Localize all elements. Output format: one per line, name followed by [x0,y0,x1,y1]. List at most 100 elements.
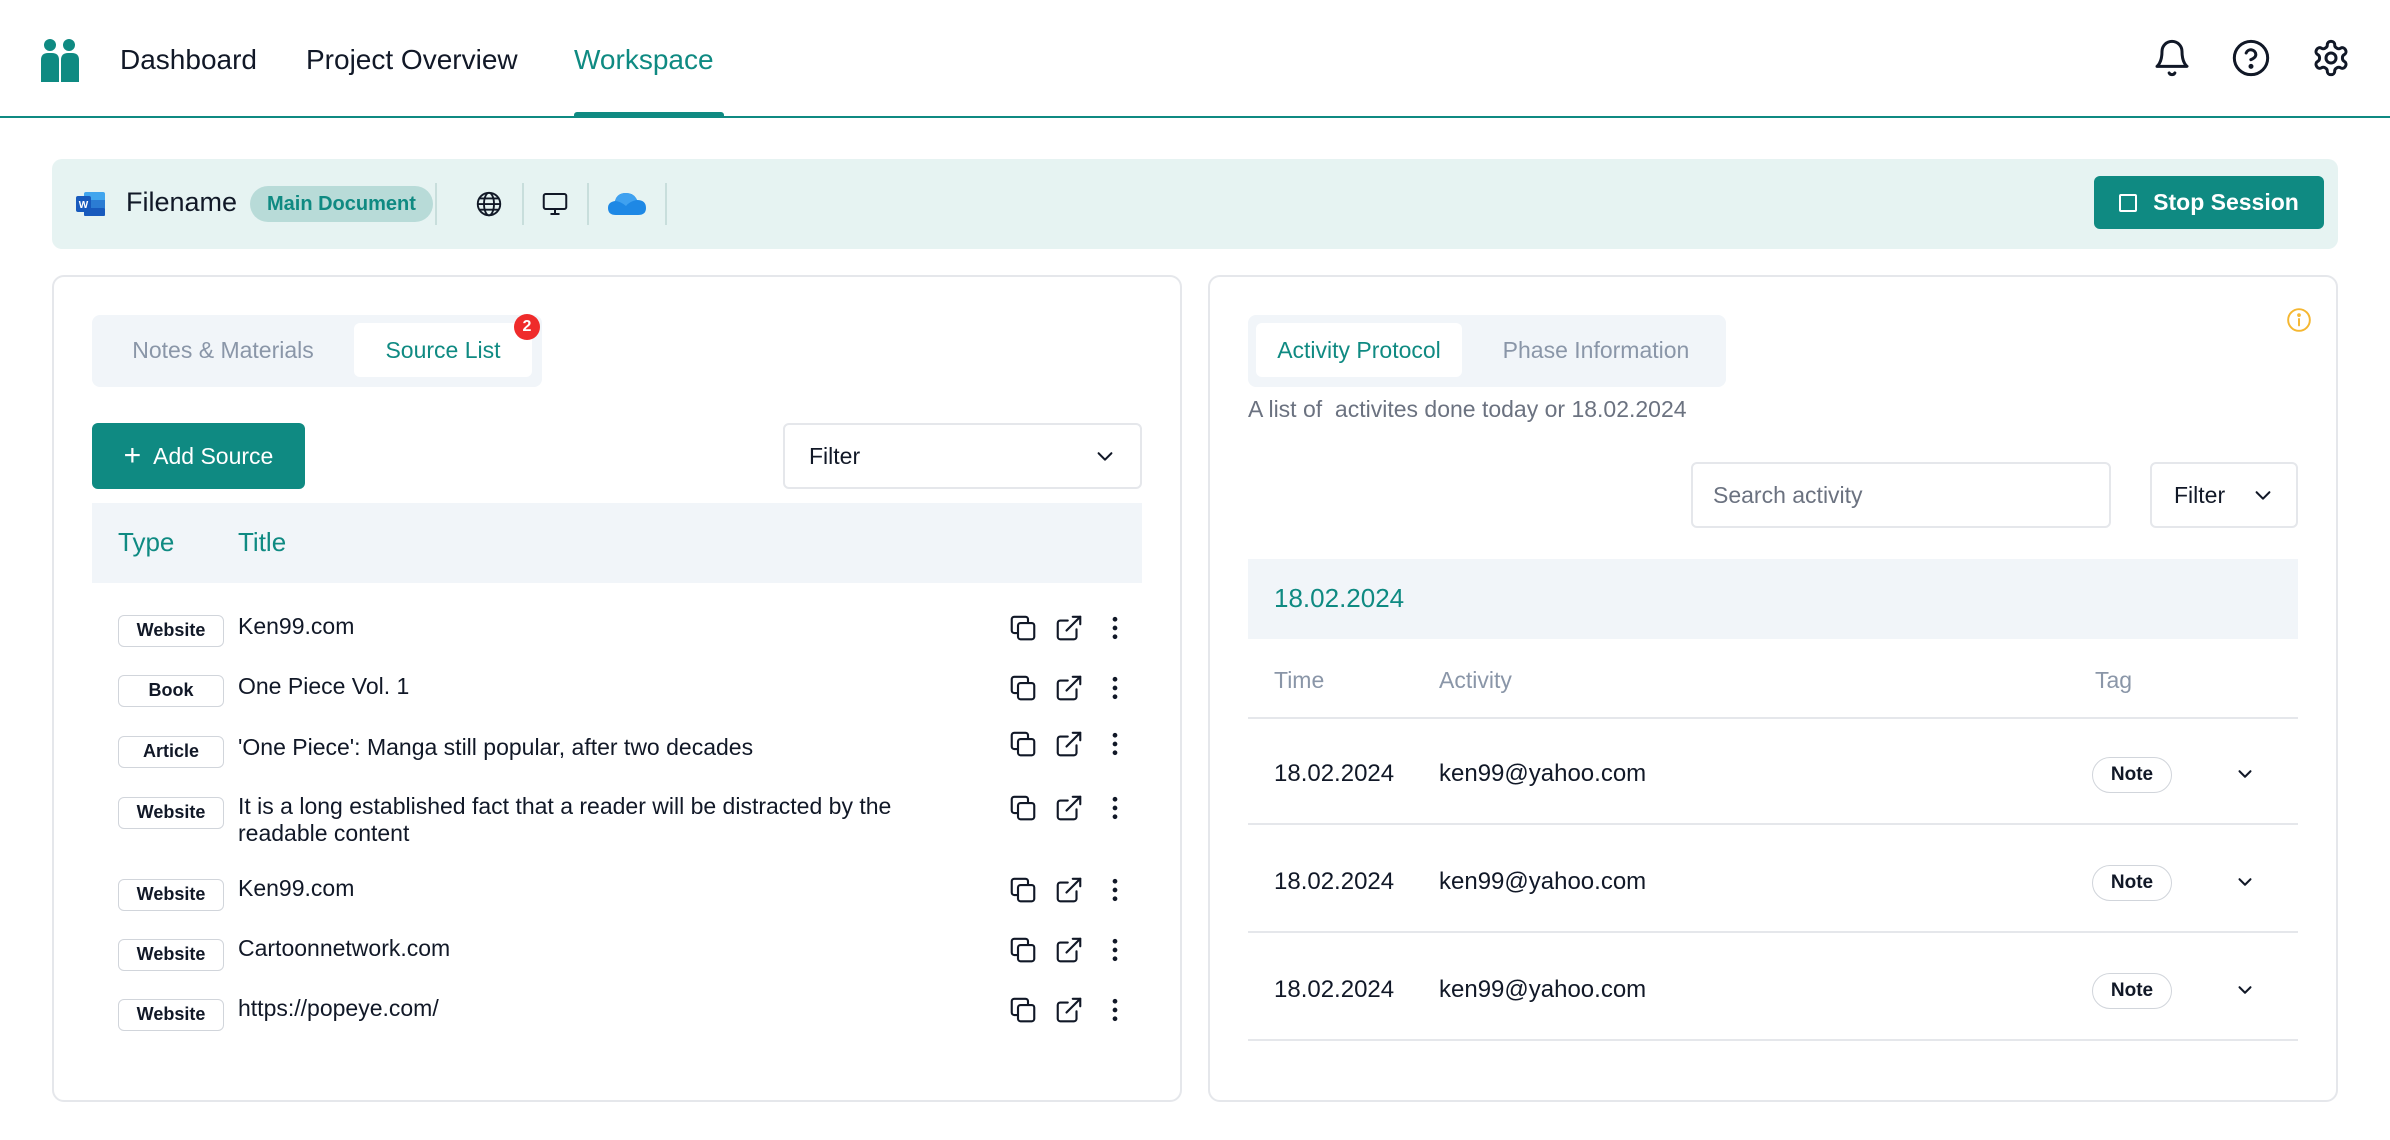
source-type-badge: Website [118,615,224,647]
copy-icon[interactable] [1008,729,1038,759]
date-group-label: 18.02.2024 [1274,583,1405,613]
column-header-time: Time [1274,667,1325,693]
bell-icon[interactable] [2152,38,2192,78]
activity-description: A list of activites done today or 18.02.… [1248,396,1687,422]
copy-icon[interactable] [1008,673,1038,703]
cloud-icon[interactable] [606,189,648,219]
activity-tag-badge: Note [2092,973,2172,1009]
help-circle-icon[interactable] [2231,38,2271,78]
source-title: https://popeye.com/ [238,995,439,1021]
external-link-icon[interactable] [1054,729,1084,759]
chevron-down-icon[interactable] [2234,979,2256,1001]
stop-session-label: Stop Session [2153,189,2299,215]
source-title: Ken99.com [238,875,355,901]
copy-icon[interactable] [1008,793,1038,823]
more-vertical-icon[interactable] [1100,673,1130,703]
filter-label: Filter [2174,481,2226,508]
divider [1248,1039,2298,1041]
external-link-icon[interactable] [1054,673,1084,703]
activity-text: ken99@yahoo.com [1439,868,1647,895]
divider [522,183,524,225]
session-bar: W Filename Main Document Stop Session [52,159,2338,249]
source-title: One Piece Vol. 1 [238,673,410,699]
source-type-badge: Website [118,999,224,1031]
divider [1248,823,2298,825]
source-panel: Notes & Materials Source List 2 + Add So… [52,275,1182,1102]
plus-icon: + [123,439,142,472]
external-link-icon[interactable] [1054,935,1084,965]
filter-label: Filter [809,442,861,469]
filename: Filename [126,187,238,217]
top-navigation: Dashboard Project Overview Workspace [0,0,2390,118]
activity-filter-select[interactable]: Filter [2150,462,2298,528]
more-vertical-icon[interactable] [1100,729,1130,759]
source-count-badge: 2 [514,314,540,340]
column-header-activity: Activity [1439,667,1512,693]
source-filter-select[interactable]: Filter [783,423,1142,489]
nav-workspace[interactable]: Workspace [574,44,714,76]
app-logo-icon[interactable] [40,38,80,82]
activity-tag-badge: Note [2092,865,2172,901]
copy-icon[interactable] [1008,875,1038,905]
source-table-header: Type Title [92,503,1142,583]
nav-dashboard[interactable]: Dashboard [120,44,257,76]
activity-panel: Activity Protocol Phase Information A li… [1208,275,2338,1102]
source-title: 'One Piece': Manga still popular, after … [238,734,754,760]
source-title: Ken99.com [238,613,355,639]
source-type-badge: Website [118,879,224,911]
tab-phase-information[interactable]: Phase Information [1474,323,1718,377]
source-type-badge: Book [118,675,224,707]
chevron-down-icon[interactable] [2234,763,2256,785]
active-nav-indicator [574,112,724,117]
column-header-title: Title [238,527,287,557]
chevron-down-icon[interactable] [2234,871,2256,893]
activity-time: 18.02.2024 [1274,868,1395,895]
more-vertical-icon[interactable] [1100,793,1130,823]
external-link-icon[interactable] [1054,613,1084,643]
source-title: Cartoonnetwork.com [238,935,451,961]
tab-activity-protocol[interactable]: Activity Protocol [1256,323,1462,377]
date-group-header: 18.02.2024 [1248,559,2298,639]
external-link-icon[interactable] [1054,875,1084,905]
tab-source-list[interactable]: Source List [354,323,532,377]
column-header-type: Type [118,527,175,557]
source-panel-tabs: Notes & Materials Source List [92,315,542,387]
activity-time: 18.02.2024 [1274,976,1395,1003]
activity-panel-tabs: Activity Protocol Phase Information [1248,315,1726,387]
settings-gear-icon[interactable] [2311,38,2351,78]
tab-notes-materials[interactable]: Notes & Materials [100,323,346,377]
copy-icon[interactable] [1008,613,1038,643]
external-link-icon[interactable] [1054,793,1084,823]
chevron-down-icon [2255,491,2271,500]
divider [435,183,437,225]
more-vertical-icon[interactable] [1100,995,1130,1025]
more-vertical-icon[interactable] [1100,875,1130,905]
globe-icon[interactable] [474,189,504,219]
svg-text:W: W [79,200,89,211]
stop-square-icon [2119,193,2138,212]
copy-icon[interactable] [1008,995,1038,1025]
add-source-button[interactable]: + Add Source [92,423,305,489]
nav-project-overview[interactable]: Project Overview [306,44,518,76]
source-type-badge: Article [118,736,224,768]
monitor-icon[interactable] [540,189,570,219]
activity-text: ken99@yahoo.com [1439,976,1647,1003]
divider [1248,717,2298,719]
activity-text: ken99@yahoo.com [1439,760,1647,787]
more-vertical-icon[interactable] [1100,935,1130,965]
word-document-icon: W [76,192,105,216]
source-title: It is a long established fact that a rea… [238,793,892,846]
search-activity-input[interactable] [1691,462,2111,528]
activity-time: 18.02.2024 [1274,760,1395,787]
stop-session-button[interactable]: Stop Session [2094,176,2324,229]
more-vertical-icon[interactable] [1100,613,1130,643]
divider [1248,931,2298,933]
info-icon[interactable] [2286,307,2312,333]
document-type-badge: Main Document [250,186,433,222]
source-type-badge: Website [118,939,224,971]
divider [665,183,667,225]
activity-tag-badge: Note [2092,757,2172,793]
copy-icon[interactable] [1008,935,1038,965]
external-link-icon[interactable] [1054,995,1084,1025]
source-type-badge: Website [118,797,224,829]
